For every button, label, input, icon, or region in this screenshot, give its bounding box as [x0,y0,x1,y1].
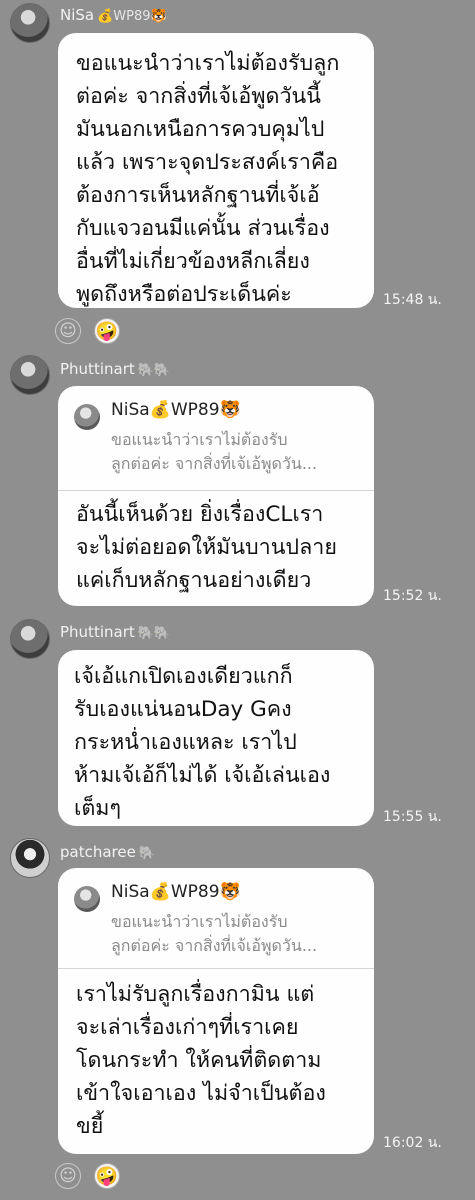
message-text: ขอแนะนำว่าเราไม่ต้องรับลูก ต่อค่ะ จากสิ่… [76,51,340,307]
sender-suffix: 🐘 [138,846,156,861]
message-bubble[interactable]: เจ้เอ้แกเปิดเองเดียวแกก็ รับเองแน่นอนDay… [58,650,374,826]
timestamp: 15:52 น. [383,588,442,604]
message-bubble[interactable]: ขอแนะนำว่าเราไม่ต้องรับลูก ต่อค่ะ จากสิ่… [58,33,374,308]
reply-sender: NiSa💰WP89🐯 [111,882,241,902]
sender-name: Phuttinart 🐘🐘 [60,360,171,378]
reply-avatar [74,404,100,430]
smile-reaction-icon[interactable]: ☺ [55,318,81,344]
message-bubble[interactable]: NiSa💰WP89🐯 ขอแนะนำว่าเราไม่ต้องรับ ลูกต่… [58,386,374,606]
message-bubble[interactable]: NiSa💰WP89🐯 ขอแนะนำว่าเราไม่ต้องรับ ลูกต่… [58,868,374,1154]
sender-suffix: 💰WP89🐯 [97,9,167,24]
quoted-reply[interactable]: NiSa💰WP89🐯 ขอแนะนำว่าเราไม่ต้องรับ ลูกต่… [58,868,374,969]
reply-avatar [74,886,100,912]
reply-sender: NiSa💰WP89🐯 [111,400,241,420]
sender-name: Phuttinart 🐘🐘 [60,623,171,641]
face-reaction-icon[interactable]: 🤪 [94,318,120,344]
sender-name: patcharee 🐘 [60,843,156,861]
quoted-reply[interactable]: NiSa💰WP89🐯 ขอแนะนำว่าเราไม่ต้องรับ ลูกต่… [58,386,374,491]
smile-reaction-icon[interactable]: ☺ [55,1163,81,1189]
message-text: อันนี้เห็นด้วย ยิ่งเรื่องCLเรา จะไม่ต่อย… [76,502,337,593]
sender-name: NiSa 💰WP89🐯 [60,6,167,24]
timestamp: 15:55 น. [383,809,442,825]
reply-text: ขอแนะนำว่าเราไม่ต้องรับ ลูกต่อค่ะ จากสิ่… [111,912,318,955]
timestamp: 15:48 น. [383,292,442,308]
timestamp: 16:02 น. [383,1135,442,1151]
avatar[interactable] [10,838,50,878]
face-reaction-icon[interactable]: 🤪 [94,1163,120,1189]
avatar[interactable] [10,3,50,43]
message-text: เราไม่รับลูกเรื่องกามิน แต่ จะเล่าเรื่อง… [76,982,326,1139]
avatar[interactable] [10,619,50,659]
reply-text: ขอแนะนำว่าเราไม่ต้องรับ ลูกต่อค่ะ จากสิ่… [111,430,318,473]
sender-suffix: 🐘🐘 [137,626,171,641]
message-text: เจ้เอ้แกเปิดเองเดียวแกก็ รับเองแน่นอนDay… [74,664,331,821]
sender-suffix: 🐘🐘 [137,363,171,378]
avatar[interactable] [10,355,50,395]
